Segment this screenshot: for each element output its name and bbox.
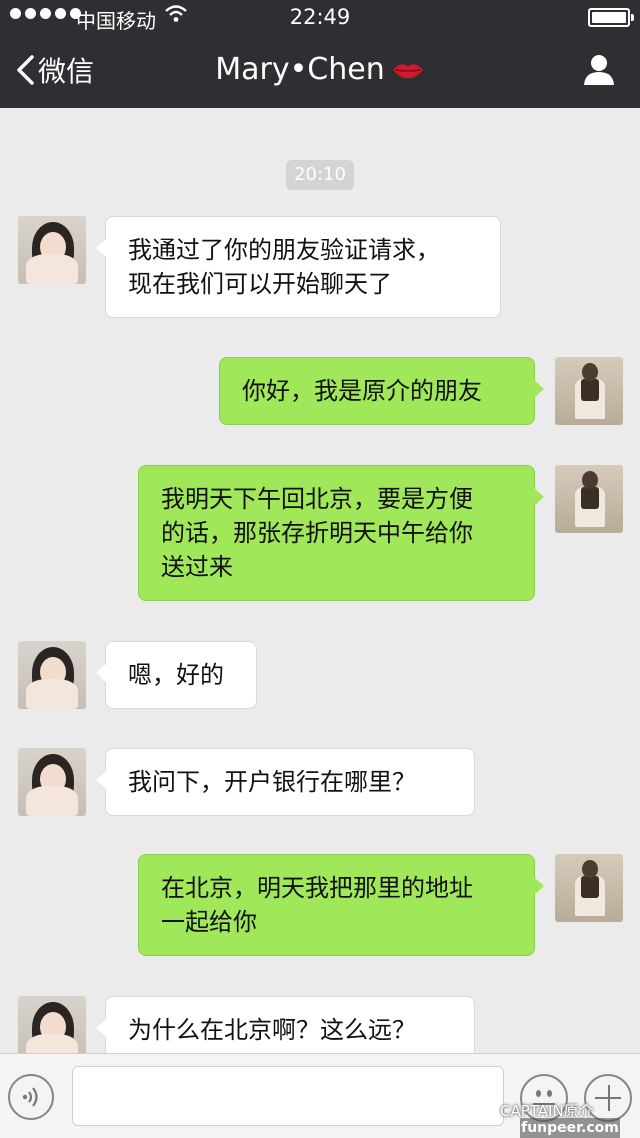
person-icon[interactable] [582, 52, 616, 86]
message-line: 现在我们可以开始聊天了 [128, 270, 392, 298]
message-line: 的话，那张存折明天中午给你 [161, 519, 473, 547]
incoming-message[interactable]: 为什么在北京啊？这么远？ [96, 996, 475, 1053]
contact-name: Mary•Chen [215, 52, 385, 87]
chat-title: Mary•Chen [0, 52, 640, 87]
message-line: 一起给你 [161, 908, 257, 936]
incoming-message[interactable]: 我问下，开户银行在哪里？ [96, 748, 475, 816]
message-input[interactable] [72, 1066, 504, 1126]
message-line: 你好，我是原介的朋友 [242, 377, 482, 405]
battery-icon [588, 8, 634, 27]
message-line: 在北京，明天我把那里的地址 [161, 874, 473, 902]
contact-avatar[interactable] [18, 996, 86, 1053]
voice-button[interactable] [8, 1074, 54, 1120]
outgoing-message[interactable]: 你好，我是原介的朋友 [219, 357, 544, 425]
contact-avatar[interactable] [18, 641, 86, 709]
message-line: 送过来 [161, 553, 233, 581]
message-line: 我问下，开户银行在哪里？ [128, 768, 416, 796]
status-bar: 中国移动 22:49 [0, 0, 640, 34]
status-time: 22:49 [289, 5, 351, 29]
message-line: 我明天下午回北京，要是方便 [161, 485, 473, 513]
outgoing-message[interactable]: 我明天下午回北京，要是方便 的话，那张存折明天中午给你 送过来 [138, 465, 544, 601]
message-line: 为什么在北京啊？这么远？ [128, 1016, 416, 1044]
my-avatar[interactable] [555, 854, 623, 922]
contact-avatar[interactable] [18, 748, 86, 816]
my-avatar[interactable] [555, 465, 623, 533]
outgoing-message[interactable]: 在北京，明天我把那里的地址 一起给你 [138, 854, 544, 956]
chat-area[interactable]: 20:10 我通过了你的朋友验证请求， 现在我们可以开始聊天了 你好，我是原介的… [0, 108, 640, 1053]
message-line: 嗯，好的 [128, 661, 224, 689]
voice-icon [22, 1087, 38, 1107]
my-avatar[interactable] [555, 357, 623, 425]
nav-bar: 微信 Mary•Chen [0, 34, 640, 108]
message-line: 我通过了你的朋友验证请求， [128, 236, 440, 264]
contact-avatar[interactable] [18, 216, 86, 284]
incoming-message[interactable]: 我通过了你的朋友验证请求， 现在我们可以开始聊天了 [96, 216, 501, 318]
watermark-site: funpeer.com [520, 1118, 620, 1138]
message-timestamp: 20:10 [286, 160, 354, 190]
lips-icon [392, 63, 423, 78]
incoming-message[interactable]: 嗯，好的 [96, 641, 257, 709]
header-bar: 中国移动 22:49 微信 Mary•Chen [0, 0, 640, 108]
